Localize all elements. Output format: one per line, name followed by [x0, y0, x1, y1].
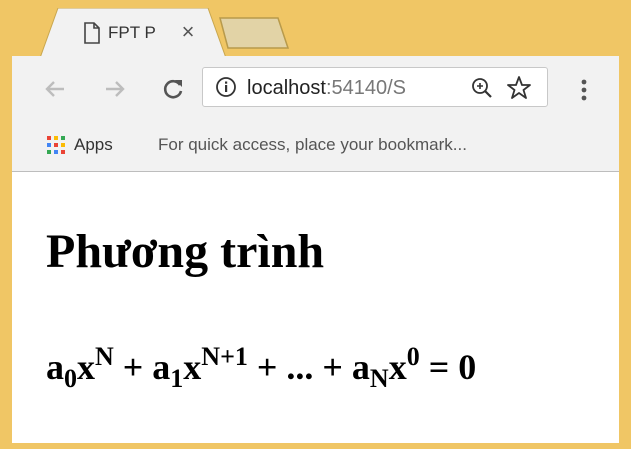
term0-variable: x: [77, 347, 95, 387]
reload-icon: [163, 79, 183, 99]
page-heading: Phương trình: [46, 225, 325, 278]
term1-exponent: N+1: [201, 342, 248, 371]
equals-zero: = 0: [419, 347, 477, 387]
tab-title: FPT P: [108, 23, 156, 42]
url-text[interactable]: localhost:54140/S: [247, 74, 465, 102]
bookmarks-bar: Apps For quick access, place your bookma…: [12, 120, 619, 172]
bookmarks-hint: For quick access, place your bookmark...: [158, 135, 467, 154]
address-bar[interactable]: localhost:54140/S: [202, 67, 548, 107]
term0-coef: a: [46, 347, 64, 387]
new-tab-shape: [219, 17, 290, 49]
kebab-menu-icon[interactable]: [572, 76, 596, 104]
termN-coef: a: [351, 347, 370, 387]
forward-button[interactable]: [100, 74, 130, 104]
tab-active[interactable]: FPT P ×: [40, 8, 226, 58]
url-host: localhost: [247, 77, 326, 99]
url-path: :54140/S: [325, 77, 407, 99]
zoom-in-icon[interactable]: [469, 75, 495, 101]
term1-subscript: 1: [170, 364, 184, 393]
browser-toolbar: localhost:54140/S: [12, 56, 619, 120]
termN-exponent: 0: [406, 342, 420, 371]
termN-subscript: N: [369, 364, 389, 393]
arrow-right-icon: [106, 81, 125, 97]
info-icon[interactable]: [215, 76, 237, 98]
apps-link[interactable]: Apps: [74, 132, 113, 158]
apps-grid-icon[interactable]: [46, 135, 66, 155]
termN-variable: x: [388, 347, 407, 387]
term0-exponent: N: [95, 342, 114, 371]
back-button[interactable]: [40, 74, 70, 104]
document-icon: [82, 21, 102, 45]
ellipsis-terms: + ... +: [247, 347, 352, 387]
polynomial-equation: a0xN + a1xN+1 + ... + aNx0 = 0: [46, 332, 476, 404]
new-tab-button[interactable]: [218, 14, 294, 50]
arrow-left-icon: [45, 81, 64, 97]
close-icon[interactable]: ×: [176, 20, 200, 44]
term1-coef: a: [152, 347, 171, 387]
reload-button[interactable]: [158, 74, 188, 104]
browser-window: FPT P × localhost:54140/S Apps For quick…: [0, 0, 631, 449]
star-icon[interactable]: [505, 74, 533, 102]
plus-sign: +: [113, 347, 153, 387]
term1-variable: x: [183, 347, 202, 387]
page-content: Phương trình a0xN + a1xN+1 + ... + aNx0 …: [12, 172, 619, 443]
term0-subscript: 0: [64, 364, 77, 393]
